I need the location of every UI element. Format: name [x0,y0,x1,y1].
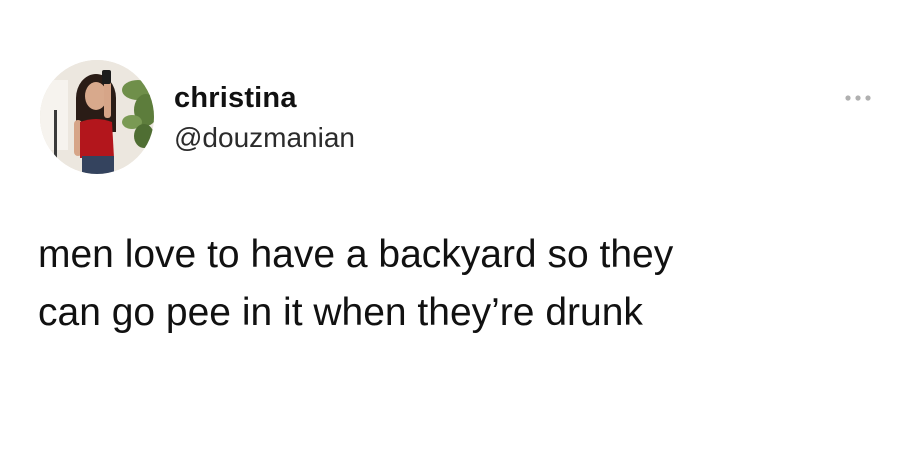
more-options-button[interactable] [838,88,878,108]
profile-photo-icon [40,60,154,174]
author-handle[interactable]: @douzmanian [174,122,355,154]
avatar[interactable] [40,60,154,174]
more-options-icon [845,95,871,101]
tweet-text: men love to have a backyard so they can … [38,233,674,334]
author-display-name[interactable]: christina [174,82,297,115]
tweet-card: christina @douzmanian men love to have a… [0,0,912,470]
